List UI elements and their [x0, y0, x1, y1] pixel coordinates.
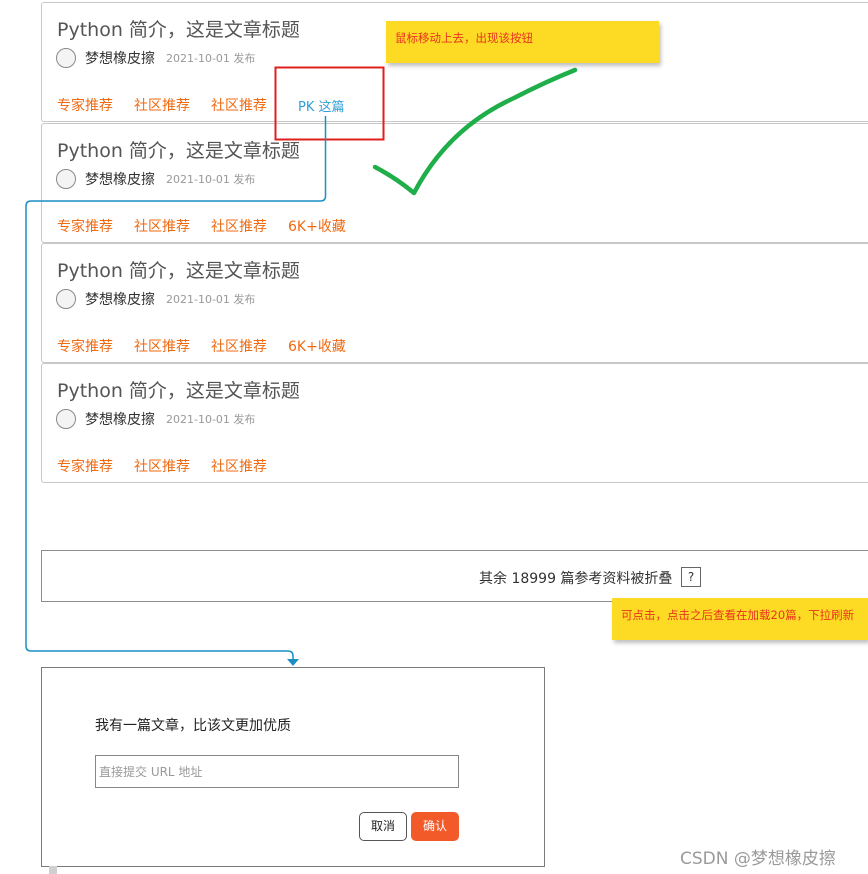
tag: 社区推荐 [134, 339, 190, 355]
pk-button[interactable]: PK 这篇 [298, 96, 345, 115]
article-card[interactable]: Python 简介，这是文章标题 梦想橡皮擦 2021-10-01 发布 专家推… [41, 123, 868, 243]
tag-list: 专家推荐 社区推荐 社区推荐 PK 这篇 [57, 95, 366, 115]
tag: 专家推荐 [57, 459, 113, 475]
article-meta: 梦想橡皮擦 2021-10-01 发布 [56, 168, 255, 190]
author-name: 梦想橡皮擦 [85, 172, 155, 188]
tag: 社区推荐 [134, 219, 190, 235]
article-title[interactable]: Python 简介，这是文章标题 [57, 376, 300, 403]
annotated-page: Python 简介，这是文章标题 梦想橡皮擦 2021-10-01 发布 专家推… [0, 0, 868, 874]
avatar [56, 48, 76, 68]
author-name: 梦想橡皮擦 [85, 412, 155, 428]
article-title[interactable]: Python 简介，这是文章标题 [57, 136, 300, 163]
watermark: CSDN @梦想橡皮擦 [680, 849, 836, 869]
avatar [56, 169, 76, 189]
tag: 6K+收藏 [288, 219, 346, 235]
article-meta: 梦想橡皮擦 2021-10-01 发布 [56, 47, 255, 69]
tag: 专家推荐 [57, 98, 113, 114]
publish-date: 2021-10-01 发布 [166, 293, 256, 306]
help-icon[interactable]: ? [681, 567, 701, 587]
author-name: 梦想橡皮擦 [85, 292, 155, 308]
tag: 社区推荐 [134, 459, 190, 475]
tag-list: 专家推荐 社区推荐 社区推荐 6K+收藏 [57, 336, 367, 356]
collapsed-count-text: 其余 18999 篇参考资料被折叠 [479, 571, 673, 587]
tag: 社区推荐 [211, 459, 267, 475]
tag: 社区推荐 [134, 98, 190, 114]
article-title[interactable]: Python 简介，这是文章标题 [57, 15, 300, 42]
publish-date: 2021-10-01 发布 [166, 413, 256, 426]
publish-date: 2021-10-01 发布 [166, 52, 256, 65]
article-card[interactable]: Python 简介，这是文章标题 梦想橡皮擦 2021-10-01 发布 专家推… [41, 243, 868, 363]
publish-date: 2021-10-01 发布 [166, 173, 256, 186]
tag: 专家推荐 [57, 219, 113, 235]
avatar [56, 289, 76, 309]
author-name: 梦想橡皮擦 [85, 51, 155, 67]
collapsed-results-bar[interactable]: 其余 18999 篇参考资料被折叠 ? [41, 550, 868, 602]
connector-arrow-icon [287, 659, 299, 666]
url-input[interactable] [95, 755, 459, 788]
article-title[interactable]: Python 简介，这是文章标题 [57, 256, 300, 283]
submit-article-dialog: 我有一篇文章，比该文更加优质 取消 确认 [41, 667, 545, 867]
confirm-button[interactable]: 确认 [411, 812, 459, 841]
tag-list: 专家推荐 社区推荐 社区推荐 [57, 456, 288, 476]
dialog-title: 我有一篇文章，比该文更加优质 [95, 718, 291, 734]
tag: 专家推荐 [57, 339, 113, 355]
tag: 社区推荐 [211, 339, 267, 355]
tag: 6K+收藏 [288, 339, 346, 355]
tag: 社区推荐 [211, 98, 267, 114]
tag-list: 专家推荐 社区推荐 社区推荐 6K+收藏 [57, 216, 367, 236]
tag: 社区推荐 [211, 219, 267, 235]
cancel-button[interactable]: 取消 [359, 812, 407, 841]
hover-note: 鼠标移动上去，出现该按钮 [386, 21, 659, 63]
click-note: 可点击，点击之后查看在加载20篇，下拉刷新 [612, 598, 868, 640]
article-card[interactable]: Python 简介，这是文章标题 梦想橡皮擦 2021-10-01 发布 专家推… [41, 363, 868, 483]
dialog-shadow [49, 866, 57, 874]
article-meta: 梦想橡皮擦 2021-10-01 发布 [56, 288, 255, 310]
article-meta: 梦想橡皮擦 2021-10-01 发布 [56, 408, 255, 430]
avatar [56, 409, 76, 429]
